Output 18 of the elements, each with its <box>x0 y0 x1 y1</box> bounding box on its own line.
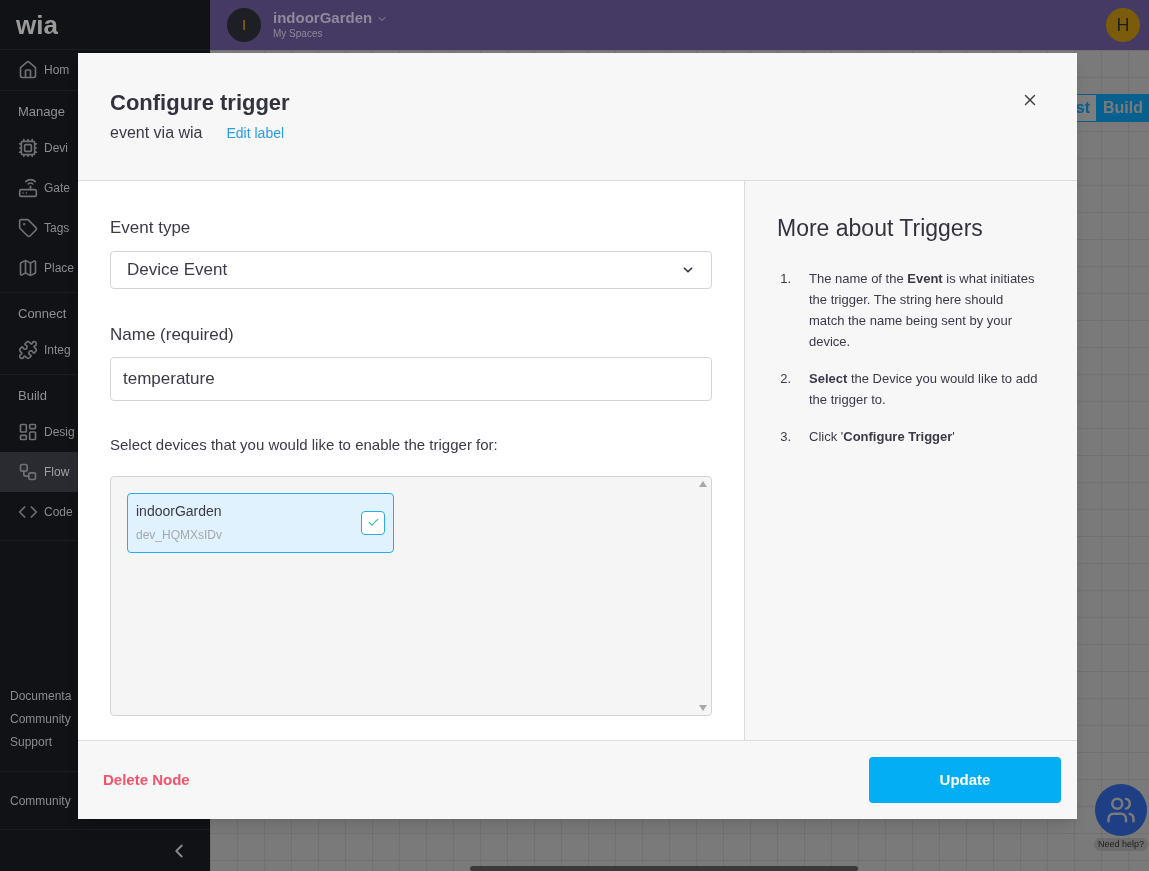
field-label: Event type <box>110 217 192 239</box>
step-text: The name of the Event is what initiates the trigger. The string here should match the name being sent by your device. <box>809 269 1036 351</box>
step-text: Click 'Configure Trigger' <box>809 427 956 446</box>
step-text: Select the Device you would like to add the trigger to. <box>809 369 1039 409</box>
dialog-subtitle: event via wia <box>110 122 203 143</box>
field-label: Name (required) <box>110 323 235 346</box>
section-label: Connect <box>18 304 67 323</box>
step-number: 3. <box>779 427 791 446</box>
section-label: Build <box>18 386 47 405</box>
section-label: Manage <box>18 102 65 121</box>
device-name: indoorGarden <box>136 502 223 521</box>
device-id: dev_HQMXsIDv <box>136 527 223 544</box>
help-title: More about Triggers <box>777 214 984 243</box>
space-subtitle: My Spaces <box>273 28 324 41</box>
dialog-title: Configure trigger <box>110 89 290 117</box>
step-number: 1. <box>779 269 791 288</box>
devices-label: Select devices that you would like to enable the trigger for: <box>110 435 499 455</box>
step-number: 2. <box>779 369 791 388</box>
